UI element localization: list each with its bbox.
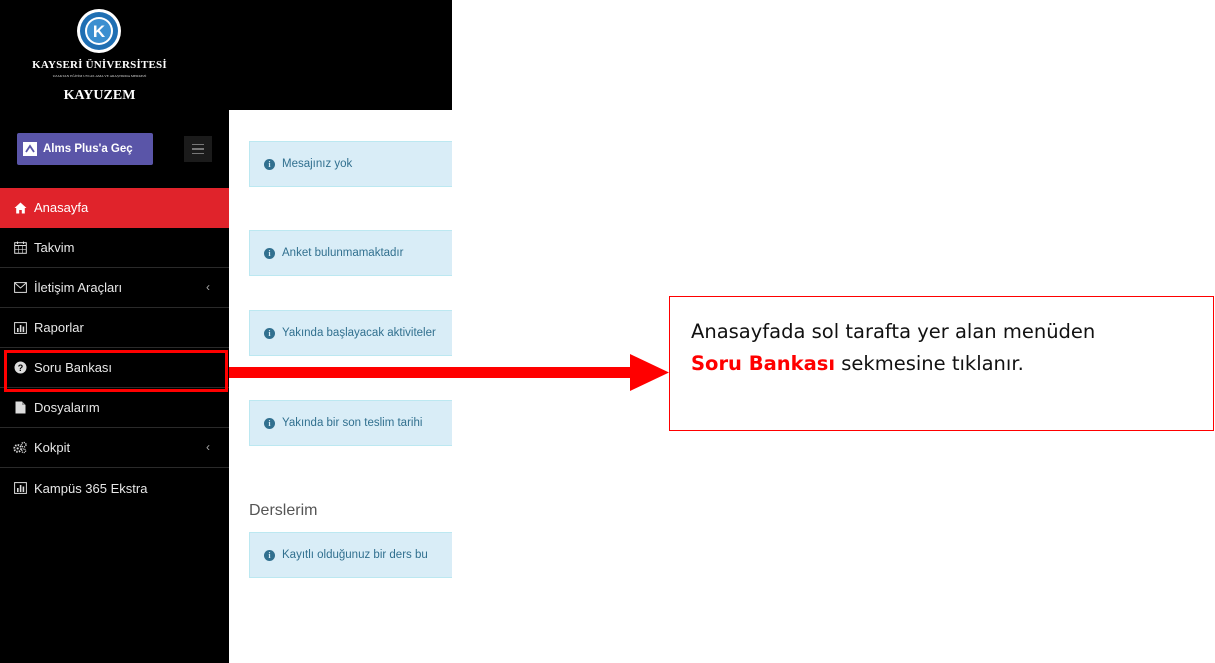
calendar-icon [13, 241, 27, 255]
header-banner [229, 0, 452, 110]
home-icon [13, 201, 27, 215]
alms-plus-label: Alms Plus'a Geç [43, 143, 133, 155]
alms-plus-button[interactable]: Alms Plus'a Geç [17, 133, 153, 165]
instruction-callout: Anasayfada sol tarafta yer alan menüden … [669, 296, 1214, 431]
center-name: KAYUZEM [63, 88, 136, 103]
gears-icon [13, 441, 27, 455]
university-emblem-icon: K [77, 9, 121, 53]
alert-text: Yakında başlayacak aktiviteler [282, 327, 436, 339]
info-icon: i [264, 158, 275, 170]
sidebar-item-anasayfa[interactable]: Anasayfa [0, 188, 229, 228]
sidebar: K KAYSERİ ÜNİVERSİTESİ UZAKTAN EĞİTİM UY… [0, 0, 229, 663]
menu-toggle-button[interactable] [184, 136, 212, 162]
alert-text: Yakında bir son teslim tarihi [282, 417, 423, 429]
university-name: KAYSERİ ÜNİVERSİTESİ [32, 59, 167, 71]
alms-logo-icon [23, 142, 37, 156]
info-icon: i [264, 247, 275, 259]
university-logo[interactable]: K KAYSERİ ÜNİVERSİTESİ UZAKTAN EĞİTİM UY… [0, 0, 229, 110]
sidebar-menu: Anasayfa Takvim İletişim Araçları ‹ Rapo… [0, 188, 229, 508]
sidebar-item-label: Kampüs 365 Ekstra [34, 480, 148, 496]
file-icon [13, 401, 27, 415]
bar-chart-icon [13, 321, 27, 335]
info-icon: i [264, 549, 275, 561]
sidebar-item-takvim[interactable]: Takvim [0, 228, 229, 268]
callout-highlight: Soru Bankası [691, 352, 836, 375]
sidebar-item-iletisim-araclari[interactable]: İletişim Araçları ‹ [0, 268, 229, 308]
alert-upcoming-deadlines: i Yakında bir son teslim tarihi [249, 400, 452, 446]
alert-messages: i Mesajınız yok [249, 141, 452, 187]
envelope-icon [13, 281, 27, 295]
sidebar-item-label: Takvim [34, 240, 75, 255]
sidebar-item-kokpit[interactable]: Kokpit ‹ [0, 428, 229, 468]
sidebar-item-kampus-365-ekstra[interactable]: Kampüs 365 Ekstra [0, 468, 229, 508]
alert-text: Mesajınız yok [282, 158, 353, 170]
sidebar-item-dosyalarim[interactable]: Dosyalarım [0, 388, 229, 428]
bar-chart-icon [13, 481, 27, 495]
courses-heading: Derslerim [249, 502, 318, 519]
sidebar-item-label: Kokpit [34, 440, 71, 455]
callout-text-before: Anasayfada sol tarafta yer alan menüden [691, 320, 1096, 343]
sidebar-item-raporlar[interactable]: Raporlar [0, 308, 229, 348]
svg-text:K: K [93, 22, 106, 41]
soru-bankasi-highlight-box [4, 350, 228, 392]
sidebar-item-label: Anasayfa [34, 200, 89, 215]
sidebar-item-label: Dosyalarım [34, 400, 100, 415]
sidebar-item-label: Raporlar [34, 320, 84, 335]
alert-text: Kayıtlı olduğunuz bir ders bu [282, 549, 428, 561]
sidebar-item-label: İletişim Araçları [34, 280, 123, 295]
info-icon: i [264, 327, 275, 339]
pointer-arrow-icon [229, 354, 669, 391]
info-icon: i [264, 417, 275, 429]
alert-surveys: i Anket bulunmamaktadır [249, 230, 452, 276]
alert-text: Anket bulunmamaktadır [282, 247, 404, 259]
chevron-left-icon: ‹ [206, 280, 210, 294]
alert-enrolled-courses: i Kayıtlı olduğunuz bir ders bu [249, 532, 452, 578]
chevron-left-icon: ‹ [206, 440, 210, 454]
center-subtitle: UZAKTAN EĞİTİM UYGULAMA VE ARAŞTIRMA MER… [52, 74, 147, 78]
callout-text-after: sekmesine tıklanır. [841, 352, 1024, 375]
